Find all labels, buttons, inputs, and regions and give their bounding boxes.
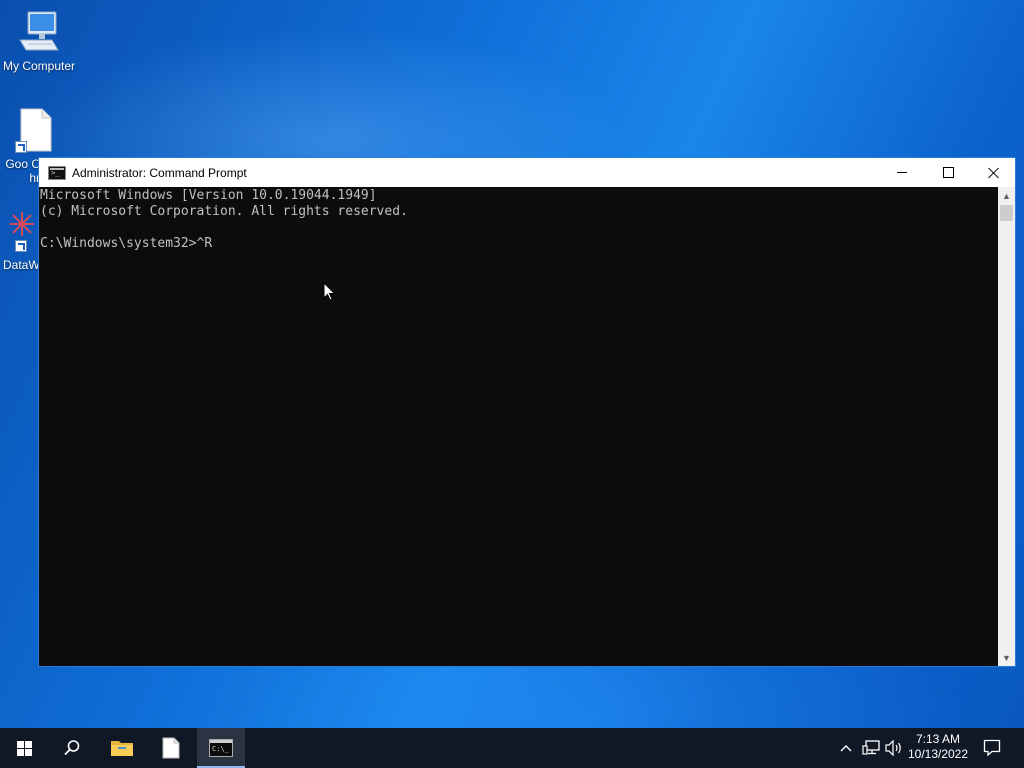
taskbar-file-explorer[interactable] [98,728,146,768]
file-icon [162,737,180,759]
search-icon [64,740,80,756]
cmd-app-icon [48,165,66,180]
start-button[interactable] [0,728,48,768]
desktop-icon-label: DataW [3,258,40,272]
maximize-button[interactable] [925,158,971,187]
console-line: Microsoft Windows [Version 10.0.19044.19… [40,188,377,203]
console-line: (c) Microsoft Corporation. All rights re… [40,204,408,219]
search-button[interactable] [48,728,96,768]
maximize-icon [942,167,954,178]
svg-text:C:\_: C:\_ [212,745,230,753]
vertical-scrollbar[interactable]: ▲ ▼ [998,187,1015,666]
desktop-icon-label: My Computer [2,59,76,73]
scroll-up-arrow-icon[interactable]: ▲ [998,187,1015,204]
network-button[interactable] [860,728,882,768]
show-hidden-icons-button[interactable] [836,728,856,768]
close-button[interactable] [971,158,1017,187]
action-center-button[interactable] [976,728,1008,768]
desktop-icon-label: Goo Chr [5,157,40,185]
computer-icon [19,11,59,51]
desktop-icon-dataw[interactable]: DataW [0,206,40,272]
notification-icon [983,739,1001,757]
console-output[interactable]: Microsoft Windows [Version 10.0.19044.19… [39,187,1000,667]
taskbar: C:\_ 7:13 AM 10/13/2022 [0,728,1024,768]
minimize-icon [897,172,907,173]
console-prompt-line: C:\Windows\system32>^R [40,236,213,251]
chevron-up-icon [840,745,852,752]
minimize-button[interactable] [879,158,925,187]
shortcut-arrow-icon [15,141,27,153]
taskbar-file[interactable] [147,728,195,768]
windows-logo-icon [16,740,32,756]
taskbar-command-prompt[interactable]: C:\_ [197,728,245,768]
window-title: Administrator: Command Prompt [72,165,247,180]
scroll-down-arrow-icon[interactable]: ▼ [998,649,1015,666]
scrollbar-thumb[interactable] [1000,205,1013,221]
mouse-cursor-icon [323,282,336,301]
clock-date: 10/13/2022 [907,747,969,761]
network-icon [862,740,880,755]
command-prompt-window[interactable]: Administrator: Command Prompt Microsoft … [38,157,1016,667]
shortcut-arrow-icon [15,240,27,252]
window-titlebar[interactable]: Administrator: Command Prompt [39,158,1015,187]
desktop-icon-my-computer[interactable]: My Computer [0,10,78,73]
close-icon [988,167,1000,179]
cmd-icon: C:\_ [209,739,233,757]
folder-icon [111,741,133,756]
clock-time: 7:13 AM [915,732,961,746]
taskbar-clock[interactable]: 7:13 AM 10/13/2022 [900,728,976,768]
